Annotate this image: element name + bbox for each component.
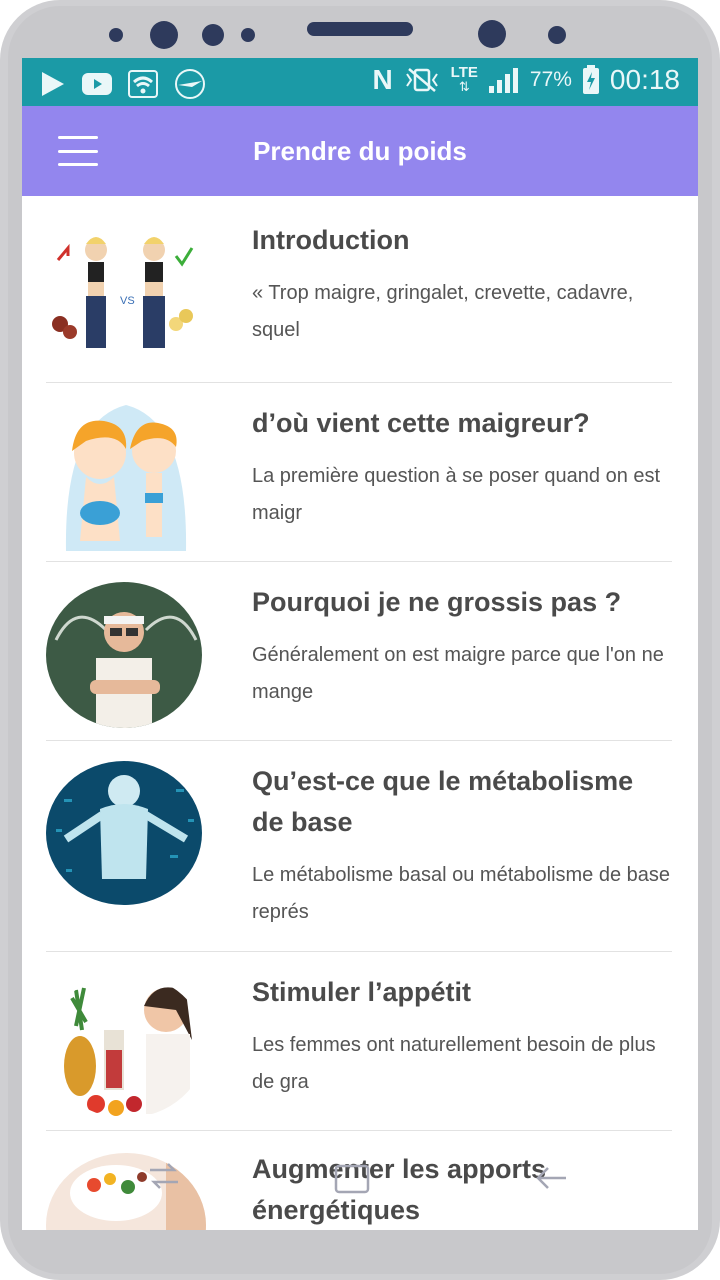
- sensor-dot: [548, 26, 566, 44]
- earpiece-speaker: [307, 22, 413, 36]
- list-item[interactable]: Stimuler l’appétit Les femmes ont nature…: [46, 952, 672, 1131]
- list-item[interactable]: d’où vient cette maigreur? La première q…: [46, 383, 672, 562]
- article-thumbnail: [46, 970, 206, 1120]
- proximity-sensor: [478, 20, 506, 48]
- wifi-icon: [128, 70, 158, 98]
- sensor-dot: [202, 24, 224, 46]
- article-title: Introduction: [252, 225, 410, 255]
- lte-icon: LTE ⇅: [450, 64, 478, 94]
- signal-icon: [488, 66, 520, 94]
- app-bar: Prendre du poids: [22, 106, 698, 196]
- article-thumbnail: [46, 580, 206, 730]
- article-title: Qu’est-ce que le métabolisme de base: [252, 766, 634, 837]
- article-thumbnail: VS: [46, 220, 206, 370]
- battery-charging-icon: [582, 65, 600, 95]
- back-icon[interactable]: [532, 1160, 572, 1201]
- youtube-icon: [82, 73, 112, 95]
- article-title: Pourquoi je ne grossis pas ?: [252, 587, 622, 617]
- play-store-icon: [40, 70, 66, 98]
- svg-text:VS: VS: [120, 295, 135, 307]
- page-title: Prendre du poids: [253, 136, 467, 166]
- lte-label: LTE: [450, 64, 478, 81]
- article-title: Augmenter les apports énergétiques: [252, 1154, 547, 1225]
- front-camera: [150, 21, 178, 49]
- airplane-logo-icon: [174, 68, 206, 100]
- clock: 00:18: [609, 64, 680, 95]
- list-item[interactable]: Pourquoi je ne grossis pas ? Généralemen…: [46, 562, 672, 741]
- hamburger-menu-icon[interactable]: [58, 136, 98, 166]
- article-thumbnail: [46, 401, 206, 551]
- article-title: Stimuler l’appétit: [252, 977, 472, 1007]
- article-excerpt: « Trop maigre, gringalet, crevette, cada…: [252, 282, 634, 341]
- sensor-dot: [241, 28, 255, 42]
- article-title: d’où vient cette maigreur?: [252, 408, 590, 438]
- data-arrows-icon: ⇅: [458, 79, 470, 94]
- list-item[interactable]: VS Introduction « Trop maigre, gringalet…: [46, 196, 672, 383]
- phone-frame: N LTE ⇅ 77% 00:18 Prendre du poids VS In…: [0, 0, 720, 1280]
- recent-apps-icon[interactable]: [146, 1156, 182, 1201]
- vibrate-icon: [403, 67, 441, 93]
- list-item[interactable]: Qu’est-ce que le métabolisme de base Le …: [46, 741, 672, 952]
- home-icon[interactable]: [332, 1158, 372, 1203]
- phone-screen: N LTE ⇅ 77% 00:18 Prendre du poids VS In…: [22, 58, 698, 1230]
- sensor-dot: [109, 28, 123, 42]
- article-thumbnail: [46, 759, 206, 909]
- article-list: VS Introduction « Trop maigre, gringalet…: [22, 196, 698, 1230]
- article-excerpt: La première question à se poser quand on…: [252, 465, 661, 524]
- article-excerpt: Les femmes ont naturellement besoin de p…: [252, 1034, 656, 1093]
- article-thumbnail: [46, 1149, 206, 1230]
- article-excerpt: Généralement on est maigre parce que l'o…: [252, 644, 664, 703]
- article-excerpt: Le métabolisme basal ou métabolisme de b…: [252, 864, 671, 923]
- nfc-icon: N: [372, 64, 393, 95]
- battery-percent: 77%: [529, 68, 572, 91]
- status-bar: N LTE ⇅ 77% 00:18: [22, 58, 698, 106]
